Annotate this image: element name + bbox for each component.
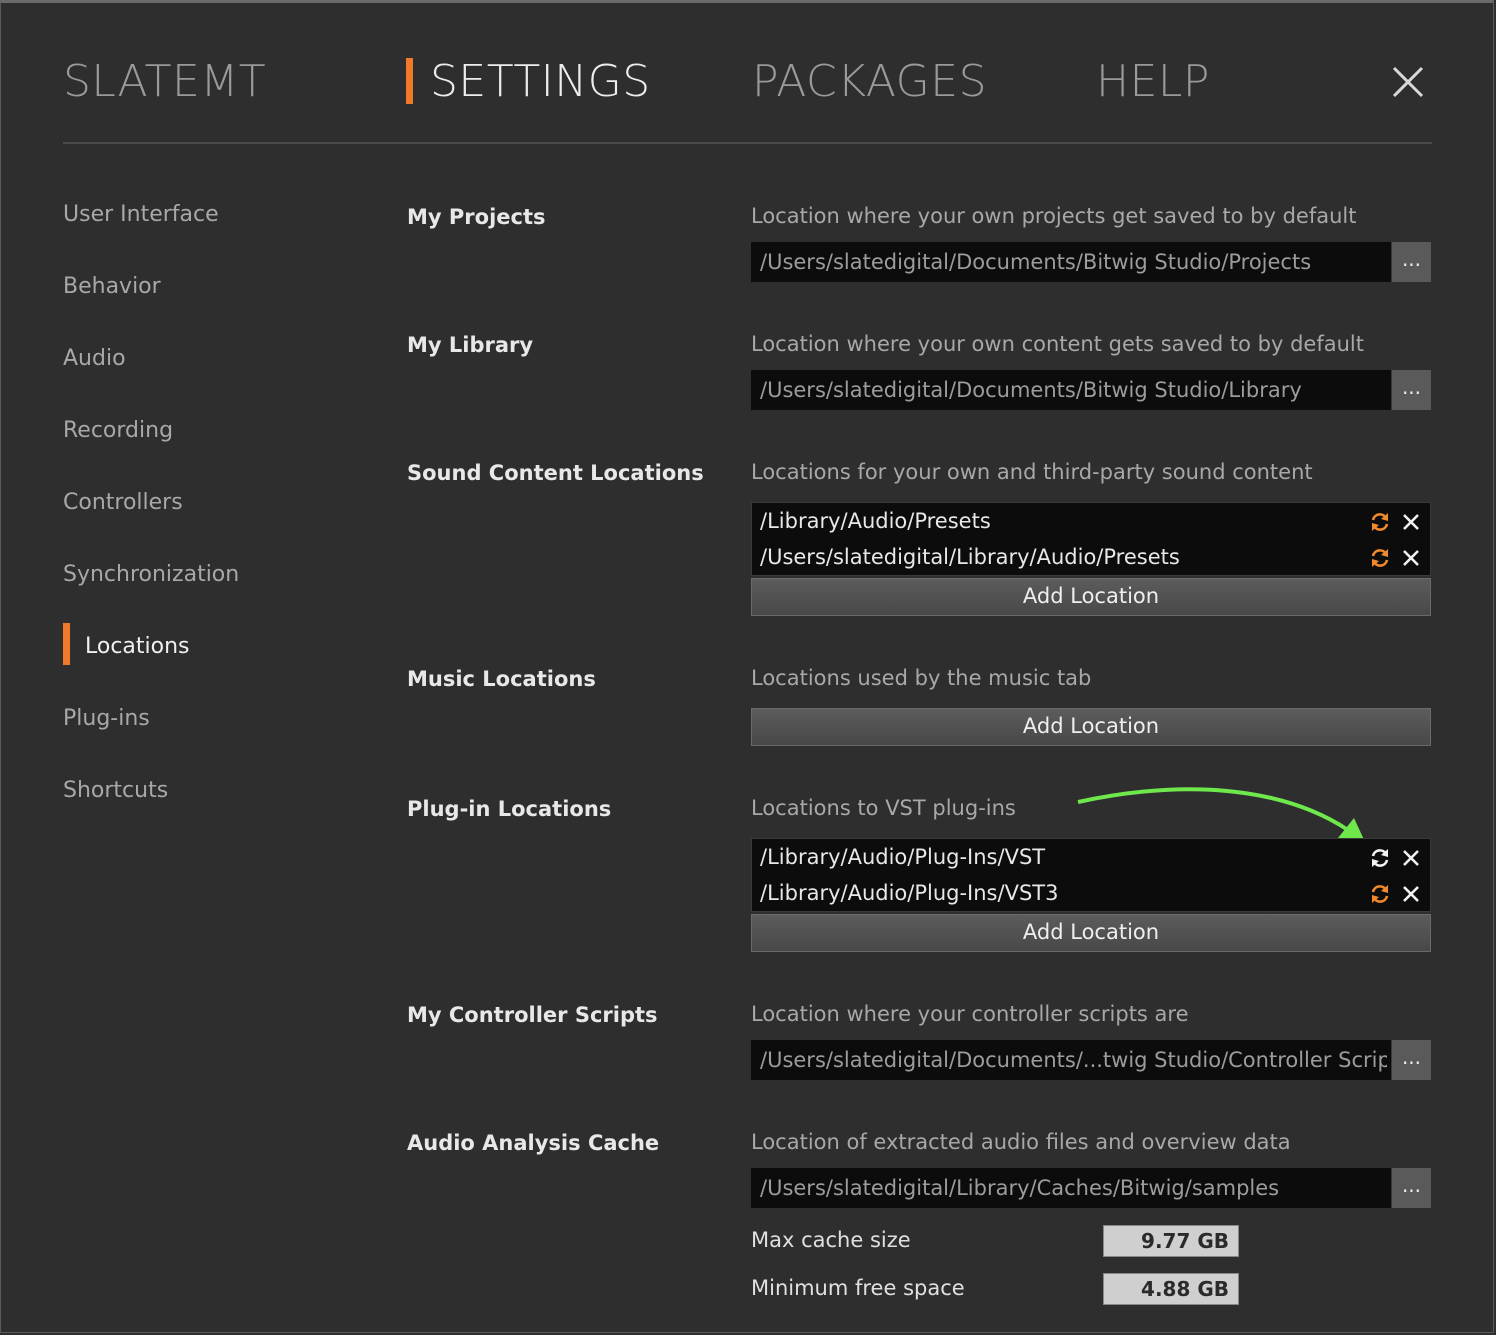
remove-icon[interactable] xyxy=(1401,548,1421,568)
sidebar-item-controllers[interactable]: Controllers xyxy=(63,488,183,518)
section-title-sound-content: Sound Content Locations xyxy=(407,461,704,485)
plugin-location-list: /Library/Audio/Plug-Ins/VST /Library/Aud… xyxy=(751,838,1431,912)
refresh-icon[interactable] xyxy=(1369,847,1391,869)
audio-cache-path-field[interactable]: /Users/slatedigital/Library/Caches/Bitwi… xyxy=(751,1168,1431,1208)
active-sidebar-indicator xyxy=(63,623,70,665)
minimum-free-space-input[interactable]: 4.88 GB xyxy=(1103,1273,1239,1305)
section-title-my-library: My Library xyxy=(407,333,534,357)
my-library-path-field[interactable]: /Users/slatedigital/Documents/Bitwig Stu… xyxy=(751,370,1431,410)
tab-packages[interactable]: PACKAGES xyxy=(752,56,987,108)
active-tab-indicator xyxy=(406,58,413,104)
minimum-free-space-label: Minimum free space xyxy=(751,1276,965,1300)
section-title-music: Music Locations xyxy=(407,667,596,691)
sidebar-item-shortcuts[interactable]: Shortcuts xyxy=(63,776,168,806)
add-sound-location-button[interactable]: Add Location xyxy=(751,578,1431,616)
add-plugin-location-button[interactable]: Add Location xyxy=(751,914,1431,952)
sidebar-item-user-interface[interactable]: User Interface xyxy=(63,200,219,230)
max-cache-size-label: Max cache size xyxy=(751,1228,911,1252)
section-desc-my-projects: Location where your own projects get sav… xyxy=(751,204,1357,228)
sidebar-item-behavior[interactable]: Behavior xyxy=(63,272,161,302)
path-text: /Users/slatedigital/Documents/Bitwig Stu… xyxy=(760,378,1302,402)
sidebar-item-audio[interactable]: Audio xyxy=(63,344,126,374)
section-desc-sound-content: Locations for your own and third-party s… xyxy=(751,460,1313,484)
top-navigation: SLATEMT SETTINGS PACKAGES HELP xyxy=(0,0,1496,145)
sidebar-item-locations[interactable]: Locations xyxy=(85,632,190,662)
tab-settings[interactable]: SETTINGS xyxy=(430,56,651,108)
location-path: /Library/Audio/Plug-Ins/VST3 xyxy=(760,881,1059,905)
section-title-controller-scripts: My Controller Scripts xyxy=(407,1003,658,1027)
section-desc-plugin: Locations to VST plug-ins xyxy=(751,796,1016,820)
my-projects-path-field[interactable]: /Users/slatedigital/Documents/Bitwig Stu… xyxy=(751,242,1431,282)
section-desc-music: Locations used by the music tab xyxy=(751,666,1092,690)
section-desc-my-library: Location where your own content gets sav… xyxy=(751,332,1364,356)
list-item: /Library/Audio/Plug-Ins/VST3 xyxy=(752,875,1430,911)
sound-content-location-list: /Library/Audio/Presets /Users/slatedigit… xyxy=(751,502,1431,576)
section-desc-audio-cache: Location of extracted audio files and ov… xyxy=(751,1130,1291,1154)
refresh-icon[interactable] xyxy=(1369,883,1391,905)
list-item: /Users/slatedigital/Library/Audio/Preset… xyxy=(752,539,1430,575)
remove-icon[interactable] xyxy=(1401,512,1421,532)
section-title-my-projects: My Projects xyxy=(407,205,546,229)
tab-help[interactable]: HELP xyxy=(1096,56,1210,108)
browse-button[interactable]: ... xyxy=(1391,1168,1431,1208)
section-title-plugin: Plug-in Locations xyxy=(407,797,612,821)
section-desc-controller-scripts: Location where your controller scripts a… xyxy=(751,1002,1189,1026)
path-text: /Users/slatedigital/Library/Caches/Bitwi… xyxy=(760,1176,1280,1200)
refresh-icon[interactable] xyxy=(1369,547,1391,569)
browse-button[interactable]: ... xyxy=(1391,242,1431,282)
location-path: /Library/Audio/Presets xyxy=(760,509,991,533)
browse-button[interactable]: ... xyxy=(1391,370,1431,410)
list-item: /Library/Audio/Plug-Ins/VST xyxy=(752,839,1430,875)
tab-slatemt[interactable]: SLATEMT xyxy=(63,56,266,108)
location-path: /Users/slatedigital/Library/Audio/Preset… xyxy=(760,545,1180,569)
refresh-icon[interactable] xyxy=(1369,511,1391,533)
remove-icon[interactable] xyxy=(1401,848,1421,868)
close-button[interactable] xyxy=(1388,62,1428,102)
close-icon xyxy=(1392,66,1424,98)
sidebar-item-plug-ins[interactable]: Plug-ins xyxy=(63,704,150,734)
browse-button[interactable]: ... xyxy=(1391,1040,1431,1080)
path-text: /Users/slatedigital/Documents/Bitwig Stu… xyxy=(760,250,1312,274)
remove-icon[interactable] xyxy=(1401,884,1421,904)
list-item: /Library/Audio/Presets xyxy=(752,503,1430,539)
max-cache-size-input[interactable]: 9.77 GB xyxy=(1103,1225,1239,1257)
sidebar-item-synchronization[interactable]: Synchronization xyxy=(63,560,239,590)
add-music-location-button[interactable]: Add Location xyxy=(751,708,1431,746)
header-divider xyxy=(63,142,1432,144)
controller-scripts-path-field[interactable]: /Users/slatedigital/Documents/...twig St… xyxy=(751,1040,1431,1080)
path-text: /Users/slatedigital/Documents/...twig St… xyxy=(760,1048,1387,1072)
location-path: /Library/Audio/Plug-Ins/VST xyxy=(760,845,1046,869)
section-title-audio-cache: Audio Analysis Cache xyxy=(407,1131,660,1155)
sidebar-item-recording[interactable]: Recording xyxy=(63,416,173,446)
